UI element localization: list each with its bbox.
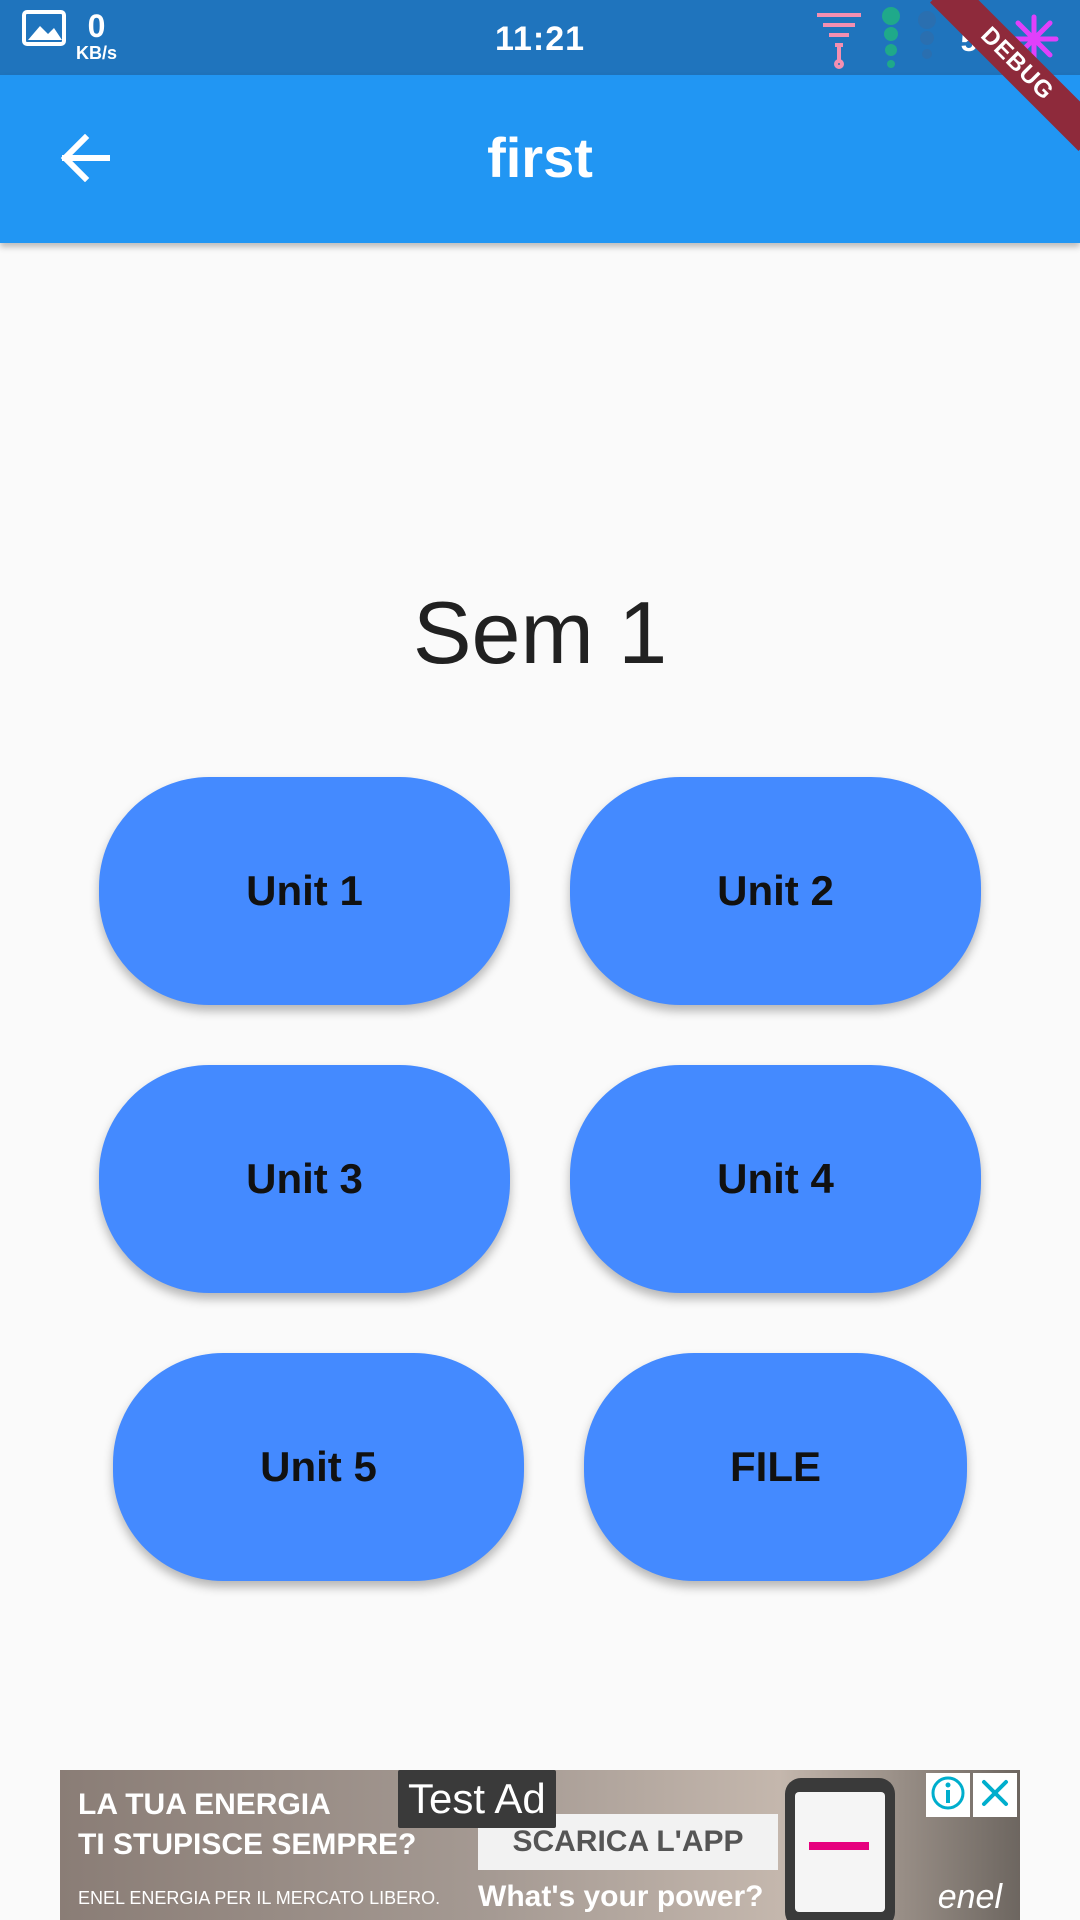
app-bar: first — [0, 75, 1080, 243]
unit-3-button[interactable]: Unit 3 — [99, 1065, 510, 1293]
status-bar: 0 KB/s 11:21 — [0, 0, 1080, 75]
ad-headline-2: TI STUPISCE SEMPRE? — [78, 1828, 417, 1861]
unit-5-button[interactable]: Unit 5 — [113, 1353, 524, 1581]
ad-close-button[interactable] — [973, 1773, 1017, 1817]
test-ad-badge: Test Ad — [398, 1770, 556, 1828]
ad-info-button[interactable] — [926, 1773, 970, 1817]
ad-tagline: What's your power? — [478, 1880, 764, 1913]
unit-2-button[interactable]: Unit 2 — [570, 777, 981, 1005]
info-icon — [930, 1775, 966, 1816]
page-title: Sem 1 — [412, 583, 668, 682]
signal-icon — [815, 9, 863, 74]
ad-brand-logo: enel — [937, 1878, 1002, 1916]
ad-headline-1: LA TUA ENERGIA — [78, 1788, 331, 1821]
file-button[interactable]: FILE — [584, 1353, 967, 1581]
ad-phone-image — [785, 1778, 895, 1920]
unit-4-button[interactable]: Unit 4 — [570, 1065, 981, 1293]
data-dots-icon — [877, 6, 947, 77]
unit-1-button[interactable]: Unit 1 — [99, 777, 510, 1005]
close-icon — [979, 1777, 1011, 1814]
app-bar-title: first — [487, 126, 593, 189]
ad-small-text: ENEL ENERGIA PER IL MERCATO LIBERO. — [78, 1888, 441, 1908]
